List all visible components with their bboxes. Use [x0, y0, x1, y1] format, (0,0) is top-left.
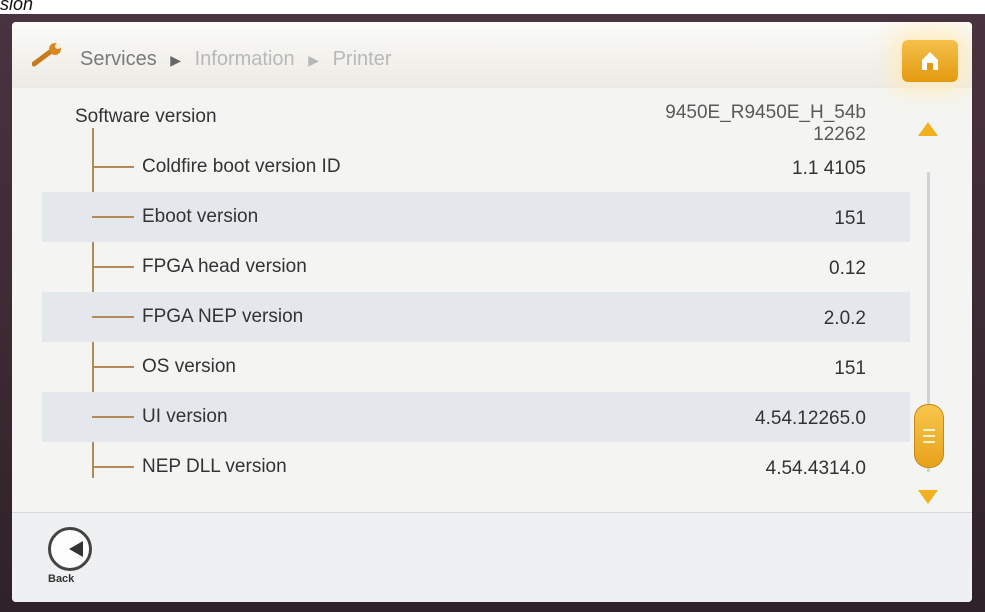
list-item[interactable]: Coldfire boot version ID 1.1 4105 — [42, 142, 910, 192]
list-item-software-version[interactable]: Software version 9450E_R9450E_H_54b 1226… — [42, 92, 910, 145]
tree-branch — [92, 366, 134, 368]
item-value: 151 — [834, 358, 866, 379]
item-label: Eboot version — [142, 206, 259, 227]
breadcrumb: Services ▶ Information ▶ Printer — [80, 48, 391, 71]
item-value-line-1: 9450E_R9450E_H_54b — [665, 102, 866, 123]
tree-branch — [92, 266, 134, 268]
list-item[interactable]: FPGA head version 0.12 — [42, 242, 910, 292]
tree-branch — [92, 416, 134, 418]
tree-branch — [92, 166, 134, 168]
home-icon — [922, 52, 938, 70]
header-bar: Services ▶ Information ▶ Printer — [12, 22, 972, 88]
scroll-thumb[interactable] — [914, 404, 944, 468]
grip-line — [923, 435, 935, 437]
list-item[interactable]: OS version 151 — [42, 342, 910, 392]
info-list: Software version 9450E_R9450E_H_54b 1226… — [42, 92, 910, 492]
item-value: 9450E_R9450E_H_54b 12262 — [665, 102, 866, 146]
item-value: 4.54.12265.0 — [755, 408, 866, 429]
item-label: Coldfire boot version ID — [142, 156, 341, 177]
back-arrow-icon — [48, 527, 92, 571]
item-label: FPGA head version — [142, 256, 307, 277]
wrench-icon — [32, 43, 61, 67]
item-value: 1.1 4105 — [792, 158, 866, 179]
breadcrumb-separator-icon: ▶ — [308, 52, 320, 68]
list-item[interactable]: Eboot version 151 — [42, 192, 910, 242]
breadcrumb-services[interactable]: Services — [80, 48, 157, 70]
list-item[interactable]: NEP DLL version 4.54.4314.0 — [42, 442, 910, 492]
scroll-down-icon[interactable] — [918, 490, 938, 504]
item-label: Software version — [75, 106, 217, 127]
grip-line — [923, 441, 935, 443]
list-item[interactable]: UI version 4.54.12265.0 — [42, 392, 910, 442]
breadcrumb-information[interactable]: Information — [195, 48, 295, 70]
home-button[interactable] — [902, 40, 958, 82]
item-label: OS version — [142, 356, 236, 377]
item-value: 0.12 — [829, 258, 866, 279]
footer-bar: Back — [12, 512, 972, 602]
back-label: Back — [48, 573, 75, 585]
scrollbar[interactable] — [908, 92, 948, 504]
item-value: 2.0.2 — [823, 308, 866, 329]
item-label: NEP DLL version — [142, 456, 287, 477]
grip-line — [923, 429, 935, 431]
breadcrumb-separator-icon: ▶ — [170, 52, 182, 68]
tree-branch — [92, 216, 134, 218]
top-strip: sion — [0, 0, 985, 14]
scroll-up-icon[interactable] — [918, 122, 938, 136]
caption-text: sion — [0, 0, 34, 14]
list-item[interactable]: FPGA NEP version 2.0.2 — [42, 292, 910, 342]
device-screen: Services ▶ Information ▶ Printer Softwar… — [12, 22, 972, 602]
arrow-left-icon — [69, 541, 83, 557]
item-value: 151 — [834, 208, 866, 229]
item-label: UI version — [142, 406, 228, 427]
back-button[interactable]: Back — [40, 527, 100, 587]
breadcrumb-printer: Printer — [332, 48, 392, 70]
item-label: FPGA NEP version — [142, 306, 304, 327]
tree-branch — [92, 466, 134, 468]
item-value: 4.54.4314.0 — [765, 458, 866, 479]
tree-branch — [92, 316, 134, 318]
